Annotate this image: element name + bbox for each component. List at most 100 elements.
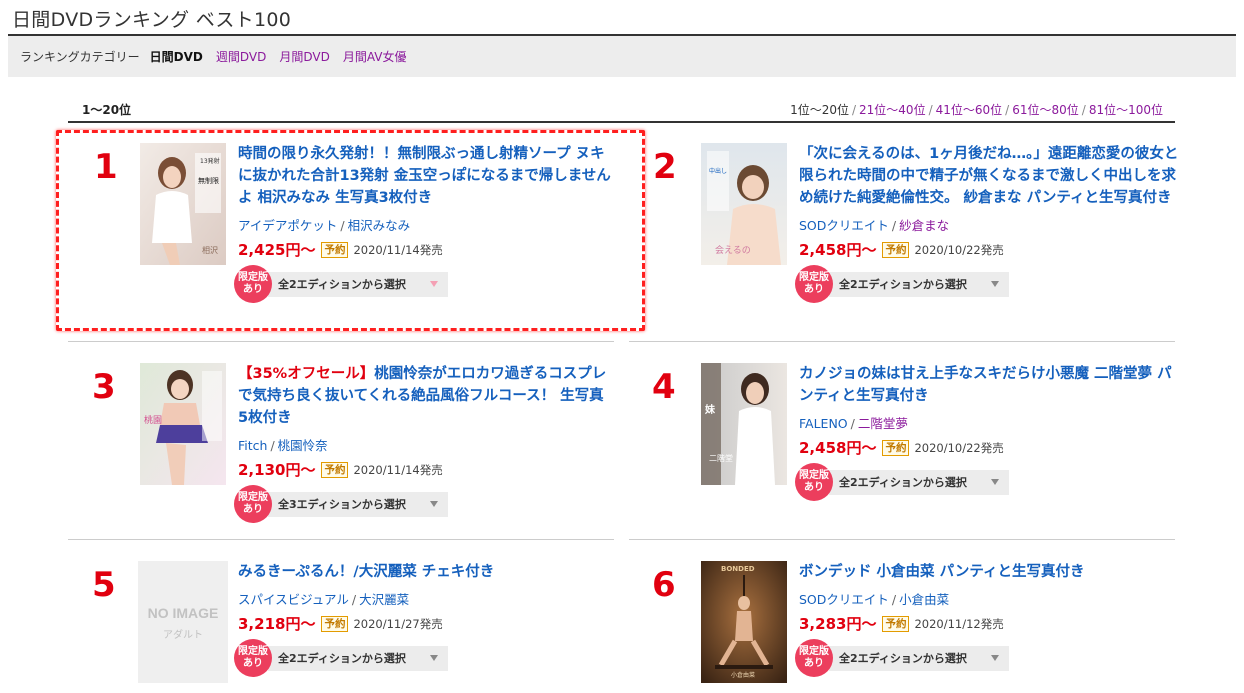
- pager-link-21-40[interactable]: 21位〜40位: [859, 103, 926, 117]
- category-current: 日間DVD: [149, 50, 203, 64]
- svg-text:桃園: 桃園: [144, 414, 162, 426]
- rank-number: 2: [653, 147, 677, 187]
- chevron-down-icon: [991, 280, 999, 287]
- pager-link-41-60[interactable]: 41位〜60位: [936, 103, 1003, 117]
- svg-text:小倉由菜: 小倉由菜: [731, 671, 755, 679]
- svg-text:BONDED: BONDED: [721, 565, 755, 573]
- release-date: 2020/10/22発売: [914, 440, 1004, 455]
- preorder-badge: 予約: [882, 439, 910, 456]
- edition-select[interactable]: 全2エディションから選択: [829, 645, 1009, 671]
- item-title[interactable]: ボンデッド 小倉由菜 パンティと生写真付き: [799, 561, 1179, 583]
- svg-text:中出し: 中出し: [709, 167, 727, 175]
- item-info: カノジョの妹は甘え上手なスキだらけ小悪魔 二階堂夢 パンティと生写真付き FAL…: [795, 363, 1179, 501]
- actress-link[interactable]: 紗倉まな: [899, 218, 949, 233]
- pager-link-61-80[interactable]: 61位〜80位: [1012, 103, 1079, 117]
- item-title[interactable]: みるきーぷるん！/大沢麗菜 チェキ付き: [238, 561, 613, 583]
- product-cover[interactable]: 妹二階堂: [701, 363, 787, 485]
- ranking-item: 2 中出し会えるの 「次に会えるのは、1ヶ月後だね…。」遠距離恋愛の彼女と限られ…: [628, 140, 1178, 320]
- edition-select[interactable]: 全2エディションから選択: [829, 469, 1009, 495]
- product-cover[interactable]: BONDED 小倉由菜: [701, 561, 787, 683]
- item-meta: SODクリエイト / 小倉由菜: [799, 592, 950, 607]
- edition-select-label: 全2エディションから選択: [839, 476, 967, 489]
- category-link-monthly[interactable]: 月間DVD: [279, 48, 329, 65]
- edition-select-label: 全2エディションから選択: [839, 278, 967, 291]
- chevron-down-icon: [991, 654, 999, 661]
- release-date: 2020/11/14発売: [353, 462, 443, 477]
- pager-link-81-100[interactable]: 81位〜100位: [1089, 103, 1163, 117]
- ranking-item: 4 妹二階堂 カノジョの妹は甘え上手なスキだらけ小悪魔 二階堂夢 パンティと生写…: [628, 360, 1172, 540]
- category-link-monthly-actress[interactable]: 月間AV女優: [343, 48, 407, 65]
- price-row: 3,283円〜 予約 2020/11/12発売: [799, 613, 1179, 634]
- edition-select-label: 全2エディションから選択: [278, 652, 406, 665]
- item-info: みるきーぷるん！/大沢麗菜 チェキ付き スパイスビジュアル / 大沢麗菜 3,218…: [234, 561, 613, 677]
- range-current: 1〜20位: [82, 103, 132, 117]
- page-title: 日間DVDランキング ベスト100: [12, 9, 292, 31]
- edition-select[interactable]: 全2エディションから選択: [829, 271, 1009, 297]
- preorder-badge: 予約: [321, 461, 349, 478]
- limited-edition-badge: 限定版 あり: [795, 639, 833, 677]
- limited-edition-badge: 限定版 あり: [234, 265, 272, 303]
- item-meta: SODクリエイト / 紗倉まな: [799, 218, 950, 233]
- sale-label: 【35%オフセール】: [238, 366, 375, 382]
- chevron-down-icon: [991, 478, 999, 485]
- limited-edition-badge: 限定版 あり: [795, 265, 833, 303]
- rank-number: 4: [652, 367, 676, 407]
- actress-link[interactable]: 桃園怜奈: [278, 438, 328, 453]
- range-header: 1〜20位 1位〜20位/21位〜40位/41位〜60位/61位〜80位/81位…: [68, 96, 1175, 123]
- no-image-label: NO IMAGE: [147, 605, 219, 621]
- svg-text:会えるの: 会えるの: [715, 244, 751, 256]
- chevron-down-icon: [430, 654, 438, 661]
- item-title[interactable]: 「次に会えるのは、1ヶ月後だね…。」遠距離恋愛の彼女と限られた時間の中で精子が無…: [799, 143, 1179, 209]
- row-divider: [629, 539, 1175, 540]
- row-divider: [68, 341, 614, 342]
- price: 2,130円〜: [238, 461, 316, 479]
- item-title-text: カノジョの妹は甘え上手なスキだらけ小悪魔 二階堂夢 パンティと生写真付き: [799, 366, 1172, 404]
- category-label: ランキングカテゴリー: [20, 50, 140, 64]
- row-divider: [629, 341, 1175, 342]
- edition-select[interactable]: 全3エディションから選択: [268, 491, 448, 517]
- product-cover[interactable]: 中出し会えるの: [701, 143, 787, 265]
- release-date: 2020/11/27発売: [353, 616, 443, 631]
- preorder-badge: 予約: [882, 241, 910, 258]
- item-title[interactable]: 【35%オフセール】桃園怜奈がエロカワ過ぎるコスプレで気持ち良く抜いてくれる絶品…: [238, 363, 613, 429]
- edition-row: 限定版 あり 全2エディションから選択: [234, 639, 613, 677]
- row-divider: [68, 539, 614, 540]
- maker-link[interactable]: FALENO: [799, 416, 848, 431]
- preorder-badge: 予約: [882, 615, 910, 632]
- item-info: 「次に会えるのは、1ヶ月後だね…。」遠距離恋愛の彼女と限られた時間の中で精子が無…: [795, 143, 1179, 303]
- highlight-box: [56, 130, 645, 331]
- edition-row: 限定版 あり 全2エディションから選択: [795, 463, 1179, 501]
- actress-link[interactable]: 二階堂夢: [858, 416, 908, 431]
- price-row: 2,458円〜 予約 2020/10/22発売: [799, 239, 1179, 260]
- pager-current: 1位〜20位: [790, 103, 849, 117]
- limited-edition-badge: 限定版 あり: [795, 463, 833, 501]
- chevron-down-icon: [430, 500, 438, 507]
- svg-text:妹: 妹: [704, 403, 716, 416]
- product-cover[interactable]: 桃園: [140, 363, 226, 485]
- rank-pager: 1位〜20位/21位〜40位/41位〜60位/61位〜80位/81位〜100位: [790, 103, 1163, 117]
- no-image-placeholder[interactable]: NO IMAGE アダルト: [138, 561, 228, 683]
- maker-link[interactable]: スパイスビジュアル: [238, 592, 349, 607]
- item-meta: Fitch / 桃園怜奈: [238, 438, 328, 453]
- actress-link[interactable]: 小倉由菜: [899, 592, 949, 607]
- item-title-text: みるきーぷるん！/大沢麗菜 チェキ付き: [238, 564, 495, 580]
- item-meta: スパイスビジュアル / 大沢麗菜: [238, 592, 410, 607]
- maker-link[interactable]: Fitch: [238, 438, 267, 453]
- release-date: 2020/10/22発売: [914, 242, 1004, 257]
- release-date: 2020/11/12発売: [914, 616, 1004, 631]
- edition-select[interactable]: 全2エディションから選択: [268, 645, 448, 671]
- item-meta: FALENO / 二階堂夢: [799, 416, 908, 431]
- item-title-text: 「次に会えるのは、1ヶ月後だね…。」遠距離恋愛の彼女と限られた時間の中で精子が無…: [799, 146, 1179, 206]
- actress-link[interactable]: 大沢麗菜: [359, 592, 409, 607]
- maker-link[interactable]: SODクリエイト: [799, 592, 889, 607]
- svg-text:二階堂: 二階堂: [709, 453, 733, 463]
- category-bar: ランキングカテゴリー 日間DVD 週間DVD 月間DVD 月間AV女優: [8, 36, 1236, 77]
- maker-link[interactable]: SODクリエイト: [799, 218, 889, 233]
- no-image-sublabel: アダルト: [163, 630, 203, 641]
- item-info: ボンデッド 小倉由菜 パンティと生写真付き SODクリエイト / 小倉由菜 3,28…: [795, 561, 1179, 677]
- price: 3,218円〜: [238, 615, 316, 633]
- price: 3,283円〜: [799, 615, 877, 633]
- category-link-weekly[interactable]: 週間DVD: [216, 48, 266, 65]
- edition-row: 限定版 あり 全2エディションから選択: [795, 265, 1179, 303]
- item-title[interactable]: カノジョの妹は甘え上手なスキだらけ小悪魔 二階堂夢 パンティと生写真付き: [799, 363, 1179, 407]
